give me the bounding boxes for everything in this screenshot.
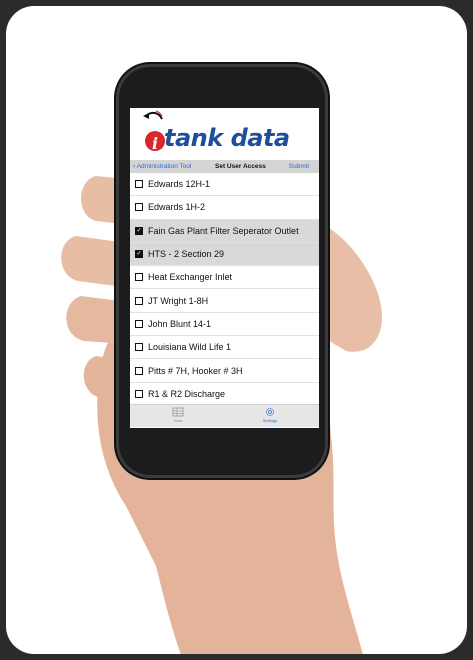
list-item[interactable]: Pitts # 7H, Hooker # 3H: [130, 359, 319, 383]
list-item-label: Louisiana Wild Life 1: [148, 342, 232, 353]
logo-i-icon: i: [145, 131, 165, 153]
tab-bar: Data Settings: [130, 404, 319, 427]
list-item[interactable]: Louisiana Wild Life 1: [130, 336, 319, 360]
checkbox[interactable]: [135, 296, 143, 305]
tab-settings[interactable]: Settings: [240, 407, 300, 423]
checkbox[interactable]: [135, 319, 143, 328]
list-item-label: JT Wright 1-8H: [148, 295, 209, 306]
back-button[interactable]: ‹ Administration Tool: [133, 160, 191, 173]
undo-arrow-icon[interactable]: [142, 110, 164, 124]
list-item-label: Heat Exchanger Inlet: [148, 272, 233, 283]
checkbox-checked[interactable]: ✓: [135, 250, 143, 259]
tab-settings-label: Settings: [262, 418, 278, 423]
phone-frame: i tank data ‹ Administration Tool Set Us…: [116, 64, 328, 478]
checkbox[interactable]: [135, 203, 143, 212]
list-item[interactable]: Edwards 1H-2: [130, 196, 319, 220]
list-item-label: HTS - 2 Section 29: [148, 249, 225, 260]
checkbox-checked[interactable]: ✓: [135, 226, 143, 235]
site-list: Edwards 12H-1 Edwards 1H-2 ✓ Fain Gas Pl…: [130, 173, 319, 406]
list-item-label: R1 & R2 Discharge: [148, 388, 226, 399]
submit-button[interactable]: Submit: [289, 160, 309, 173]
list-item[interactable]: John Blunt 14-1: [130, 313, 319, 337]
background-card: i tank data ‹ Administration Tool Set Us…: [6, 6, 467, 654]
page-title: Set User Access: [215, 163, 266, 170]
list-item-selected[interactable]: ✓ Fain Gas Plant Filter Seperator Outlet: [130, 219, 319, 243]
checkbox[interactable]: [135, 273, 143, 282]
checkbox[interactable]: [135, 343, 143, 352]
logo-letter: i: [152, 134, 158, 153]
navigation-bar: ‹ Administration Tool Set User Access Su…: [130, 160, 319, 173]
table-icon: [172, 407, 184, 417]
list-item-label: Edwards 1H-2: [148, 202, 206, 213]
list-item[interactable]: Heat Exchanger Inlet: [130, 266, 319, 290]
list-item[interactable]: Edwards 12H-1: [130, 173, 319, 197]
checkbox[interactable]: [135, 366, 143, 375]
list-item-selected[interactable]: ✓ HTS - 2 Section 29: [130, 242, 319, 267]
list-item[interactable]: R1 & R2 Discharge: [130, 383, 319, 406]
phone-screen: i tank data ‹ Administration Tool Set Us…: [130, 108, 319, 428]
tab-data-label: Data: [173, 418, 183, 423]
app-header: i tank data: [130, 108, 319, 164]
list-item-label: Pitts # 7H, Hooker # 3H: [148, 365, 243, 376]
list-item-label: Edwards 12H-1: [148, 179, 211, 190]
checkbox[interactable]: [135, 389, 143, 398]
tab-data[interactable]: Data: [148, 407, 208, 423]
list-item-label: Fain Gas Plant Filter Seperator Outlet: [148, 225, 299, 236]
checkbox[interactable]: [135, 180, 143, 189]
list-item-label: John Blunt 14-1: [148, 318, 212, 329]
list-item[interactable]: JT Wright 1-8H: [130, 289, 319, 313]
app-logo-text: tank data: [164, 124, 290, 152]
back-button-label: Administration Tool: [136, 163, 192, 170]
gear-icon: [266, 408, 274, 416]
